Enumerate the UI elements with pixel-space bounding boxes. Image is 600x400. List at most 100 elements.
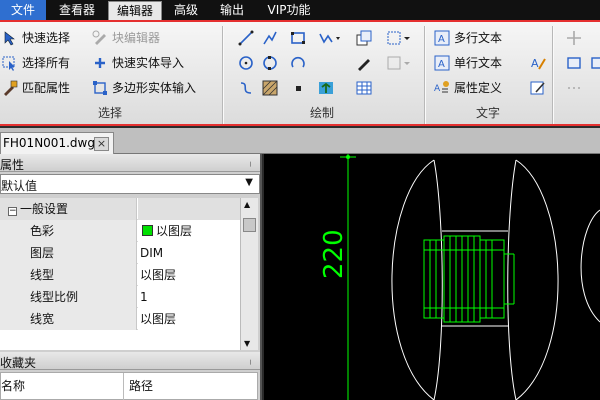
hatch-icon[interactable]: [262, 80, 278, 96]
more-icon[interactable]: [566, 80, 582, 96]
dropdown-value: 默认值: [1, 179, 38, 193]
menu-vip[interactable]: VIP功能: [258, 0, 320, 20]
copy-icon[interactable]: [566, 55, 582, 71]
polyline-icon[interactable]: [262, 30, 278, 46]
disabled-dropdown-icon[interactable]: [386, 55, 412, 71]
document-tab-strip: FH01N001.dwg ×: [0, 128, 600, 154]
select-all-icon: [2, 55, 18, 71]
favorites-header: 收藏夹 ᛧ: [0, 352, 260, 370]
dimension-point: [346, 155, 350, 159]
properties-filter-dropdown[interactable]: 默认值 ▼: [0, 174, 260, 194]
favorites-title: 收藏夹: [0, 356, 37, 370]
properties-panel: 属性 ᛧ 默认值 ▼ − 一般设置 色彩 以图层 图层 DIM 线型 以图层 线型…: [0, 154, 262, 400]
spline-dropdown-icon[interactable]: [318, 30, 342, 46]
select-all-label: 选择所有: [22, 56, 71, 70]
property-name: 线型比例: [0, 286, 137, 308]
column-divider[interactable]: [123, 373, 124, 400]
property-row[interactable]: 线型 以图层: [0, 264, 240, 286]
line-icon[interactable]: [238, 30, 254, 46]
lens-outline-left: [391, 159, 435, 400]
column-header-name[interactable]: 名称: [1, 377, 25, 394]
property-name: 色彩: [0, 220, 137, 242]
property-value[interactable]: 以图层: [138, 264, 240, 286]
property-row[interactable]: 线宽 以图层: [0, 308, 240, 330]
properties-title: 属性: [0, 158, 25, 172]
text-style-icon[interactable]: A: [530, 55, 546, 71]
lens-outline-right: [515, 159, 559, 400]
arc-icon[interactable]: [290, 55, 306, 71]
ribbon-separator: [552, 26, 553, 124]
menu-file[interactable]: 文件: [0, 0, 46, 20]
drawing-canvas[interactable]: 220: [264, 154, 600, 400]
menu-advanced[interactable]: 高级: [166, 0, 206, 20]
table-icon[interactable]: [356, 80, 372, 96]
insert-block-icon[interactable]: [356, 30, 372, 46]
menu-editor[interactable]: 编辑器: [108, 1, 162, 20]
copy-more-icon[interactable]: [590, 55, 600, 71]
property-value-text: 以图层: [156, 224, 193, 238]
menu-output[interactable]: 输出: [212, 0, 252, 20]
properties-scrollbar[interactable]: ▲ ▼: [240, 198, 258, 350]
menu-bar: 文件 查看器 编辑器 高级 输出 VIP功能: [0, 0, 600, 20]
hatch-dropdown-icon[interactable]: [386, 30, 412, 46]
property-grid: − 一般设置 色彩 以图层 图层 DIM 线型 以图层 线型比例 1 线宽 以图层: [0, 198, 240, 350]
scroll-down-icon[interactable]: ▼: [244, 339, 250, 348]
right-partial-outline: [580, 209, 600, 323]
mtext-icon: A: [434, 30, 450, 46]
property-group-value: [138, 198, 240, 220]
ribbon: 快速选择 选择所有 匹配属性 块编辑器 快速实体导入 多边形实体输入 选择 绘制…: [0, 20, 600, 126]
property-value[interactable]: 1: [138, 286, 240, 308]
property-name: 图层: [0, 242, 137, 264]
mtext-label: 多行文本: [454, 31, 503, 45]
pin-icon[interactable]: ᛧ: [247, 156, 254, 169]
curve-icon[interactable]: [238, 80, 254, 96]
property-row[interactable]: 图层 DIM: [0, 242, 240, 264]
ellipse-icon[interactable]: [262, 55, 278, 71]
property-group-general[interactable]: − 一般设置: [0, 198, 240, 220]
block-editor-icon: [92, 30, 108, 46]
property-group-label: 一般设置: [20, 202, 69, 216]
pin-icon[interactable]: ᛧ: [247, 354, 254, 367]
match-properties-icon: [2, 80, 18, 96]
text-group-title: 文字: [475, 106, 500, 120]
collapse-icon[interactable]: −: [8, 207, 17, 216]
circle-icon[interactable]: [238, 55, 254, 71]
pen-icon[interactable]: [356, 55, 372, 71]
block-editor-label: 块编辑器: [112, 31, 161, 45]
property-row[interactable]: 线型比例 1: [0, 286, 240, 308]
property-row[interactable]: 色彩 以图层: [0, 220, 240, 242]
lens-outline-left-inner: [433, 159, 443, 400]
select-group-title: 选择: [97, 106, 122, 120]
hub-assembly: [423, 235, 515, 323]
text-edit-icon[interactable]: [530, 80, 546, 96]
scroll-up-icon[interactable]: ▲: [244, 200, 250, 209]
properties-header: 属性 ᛧ: [0, 154, 260, 172]
close-icon[interactable]: ×: [94, 137, 109, 151]
lens-outline-right-inner: [507, 159, 517, 400]
property-value[interactable]: 以图层: [138, 220, 240, 242]
svg-text:A: A: [438, 59, 445, 70]
point-icon[interactable]: [290, 80, 306, 96]
quick-select-label: 快速选择: [22, 31, 71, 45]
column-header-path[interactable]: 路径: [129, 377, 153, 394]
draw-group-title: 绘制: [309, 106, 334, 120]
match-properties-label: 匹配属性: [22, 81, 71, 95]
dimension-text: 220: [319, 229, 349, 279]
text-icon: A: [434, 55, 450, 71]
svg-text:A: A: [434, 84, 441, 94]
menu-viewer[interactable]: 查看器: [52, 0, 102, 20]
image-icon[interactable]: [318, 80, 334, 96]
quick-entity-import-icon: [92, 55, 108, 71]
svg-text:A: A: [531, 57, 539, 70]
move-icon[interactable]: [566, 30, 582, 46]
property-value[interactable]: DIM: [138, 242, 240, 264]
property-name: 线型: [0, 264, 137, 286]
scroll-thumb[interactable]: [243, 218, 256, 232]
svg-text:A: A: [438, 34, 445, 45]
quick-entity-import-label: 快速实体导入: [112, 56, 185, 70]
property-group-name: − 一般设置: [0, 198, 137, 220]
rectangle-icon[interactable]: [290, 30, 306, 46]
document-tab-label: FH01N001.dwg: [3, 136, 95, 150]
property-value[interactable]: 以图层: [138, 308, 240, 330]
document-tab[interactable]: FH01N001.dwg ×: [0, 132, 114, 154]
